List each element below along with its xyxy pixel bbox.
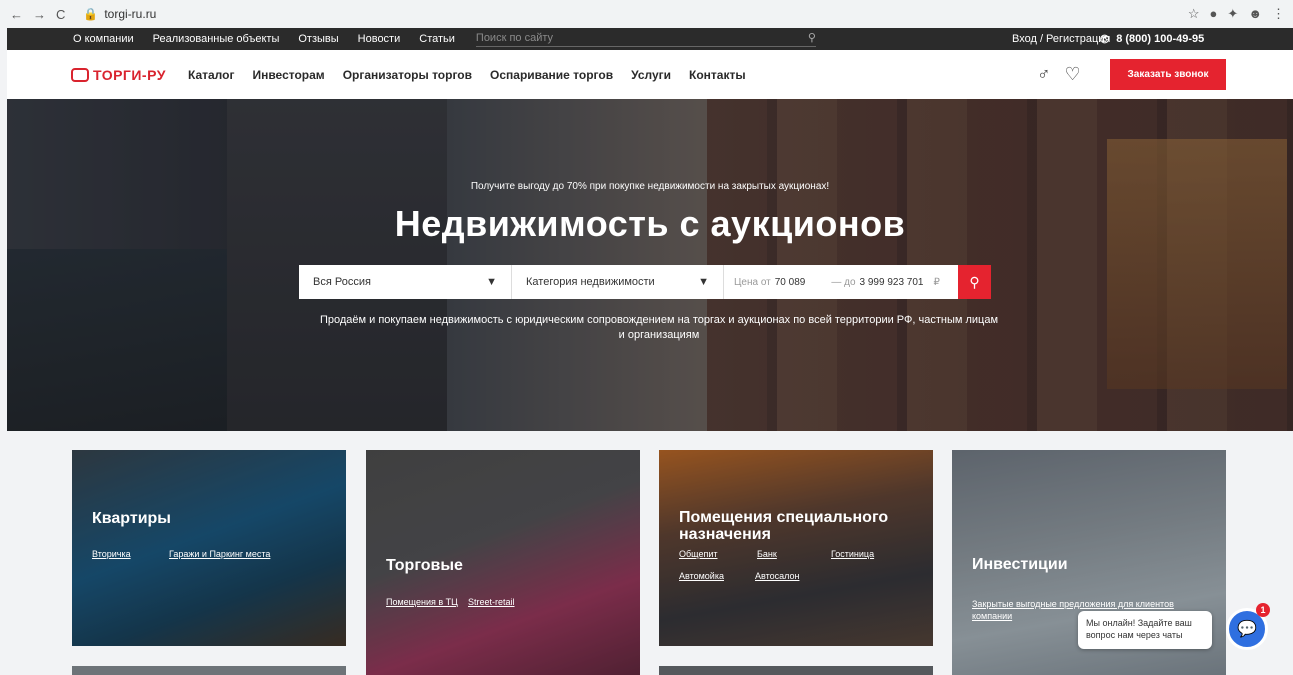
- price-from-input[interactable]: 70 089: [775, 277, 806, 288]
- card-link[interactable]: Помещения в ТЦ: [386, 597, 458, 607]
- phone-link[interactable]: ✆ 8 (800) 100-49-95: [1100, 33, 1204, 46]
- browser-actions: ☆ ● ✦ ☻ ⋮: [1188, 6, 1285, 22]
- region-value: Вся Россия: [313, 276, 371, 288]
- card-next-row-3: [659, 666, 933, 675]
- address-bar[interactable]: 🔒 torgi-ru.ru: [83, 7, 156, 21]
- card-link[interactable]: Вторичка: [92, 549, 131, 559]
- hero-title: Недвижимость с аукционов: [394, 203, 906, 244]
- menu-item-organizers[interactable]: Организаторы торгов: [343, 68, 472, 82]
- header-icons: ♂ ♡: [1037, 64, 1081, 85]
- chevron-down-icon: ▼: [698, 276, 709, 288]
- currency-sign: ₽: [933, 276, 940, 288]
- price-from-label: Цена от: [734, 276, 771, 288]
- search-button[interactable]: ⚲: [958, 265, 991, 299]
- card-link[interactable]: Автомойка: [679, 571, 724, 581]
- menu-item-contacts[interactable]: Контакты: [689, 68, 746, 82]
- price-to-label: — до: [831, 276, 856, 288]
- card-link[interactable]: Общепит: [679, 549, 718, 559]
- card-overlay: [659, 450, 933, 646]
- card-special[interactable]: Помещения специального назначения Общепи…: [659, 450, 933, 646]
- hero-tagline: Получите выгоду до 70% при покупке недви…: [470, 181, 830, 192]
- logo-icon: [71, 67, 89, 82]
- property-search: Вся Россия ▼ Категория недвижимости ▼ Це…: [299, 265, 991, 299]
- logo-text: ТОРГИ-РУ: [93, 66, 166, 83]
- lock-icon: 🔒: [83, 7, 99, 21]
- profile-icon[interactable]: ☻: [1248, 6, 1262, 22]
- price-range: Цена от 70 089 — до 3 999 923 701 ₽: [724, 265, 958, 299]
- main-menu: Каталог Инвесторам Организаторы торгов О…: [188, 68, 746, 82]
- top-bar: О компании Реализованные объекты Отзывы …: [7, 28, 1293, 50]
- chat-badge: 1: [1256, 603, 1270, 617]
- top-link-reviews[interactable]: Отзывы: [298, 33, 338, 45]
- search-icon: ⚲: [969, 273, 980, 290]
- card-overlay: [72, 450, 346, 646]
- more-icon[interactable]: ⋮: [1272, 6, 1285, 22]
- phone-number: 8 (800) 100-49-95: [1116, 32, 1205, 45]
- menu-item-catalog[interactable]: Каталог: [188, 68, 235, 82]
- top-link-about[interactable]: О компании: [73, 33, 134, 45]
- card-retail[interactable]: Торговые Помещения в ТЦ Street-retail: [366, 450, 640, 675]
- heart-icon[interactable]: ♡: [1065, 64, 1081, 85]
- compare-icon[interactable]: ♂: [1037, 64, 1051, 85]
- login-link[interactable]: Вход / Регистрация: [1012, 33, 1110, 45]
- forward-icon[interactable]: →: [33, 7, 46, 22]
- top-link-news[interactable]: Новости: [358, 33, 401, 45]
- top-link-realized[interactable]: Реализованные объекты: [153, 33, 280, 45]
- phone-icon: ✆: [1100, 33, 1110, 46]
- back-icon[interactable]: ←: [10, 7, 23, 22]
- card-link[interactable]: Гаражи и Паркинг места: [169, 549, 270, 559]
- chat-popup[interactable]: Мы онлайн! Задайте ваш вопрос нам через …: [1078, 611, 1212, 649]
- menu-item-disputes[interactable]: Оспаривание торгов: [490, 68, 613, 82]
- card-link[interactable]: Автосалон: [755, 571, 799, 581]
- chat-icon: 💬: [1237, 621, 1257, 638]
- star-icon[interactable]: ☆: [1188, 6, 1200, 22]
- menu-item-investors[interactable]: Инвесторам: [252, 68, 324, 82]
- chevron-down-icon: ▼: [486, 276, 497, 288]
- site-logo[interactable]: ТОРГИ-РУ: [71, 67, 166, 83]
- url-text: torgi-ru.ru: [104, 7, 157, 21]
- region-select[interactable]: Вся Россия ▼: [299, 265, 512, 299]
- card-next-row-1: [72, 666, 346, 675]
- order-call-button[interactable]: Заказать звонок: [1110, 59, 1226, 90]
- category-select[interactable]: Категория недвижимости ▼: [512, 265, 724, 299]
- hero-banner: Получите выгоду до 70% при покупке недви…: [7, 99, 1293, 431]
- search-icon[interactable]: ⚲: [808, 31, 816, 44]
- browser-nav: ← → C: [10, 7, 65, 22]
- main-header: ТОРГИ-РУ Каталог Инвесторам Организаторы…: [7, 50, 1293, 99]
- reload-icon[interactable]: C: [56, 7, 65, 22]
- card-link[interactable]: Street-retail: [468, 597, 515, 607]
- search-placeholder: Поиск по сайту: [475, 31, 553, 44]
- top-links: О компании Реализованные объекты Отзывы …: [73, 33, 455, 45]
- category-value: Категория недвижимости: [526, 276, 655, 288]
- card-link[interactable]: Гостиница: [831, 549, 874, 559]
- extension-icon[interactable]: ●: [1210, 6, 1218, 22]
- menu-item-services[interactable]: Услуги: [631, 68, 671, 82]
- top-link-articles[interactable]: Статьи: [419, 33, 455, 45]
- card-apartments[interactable]: Квартиры Вторичка Гаражи и Паркинг места: [72, 450, 346, 646]
- site-search-input[interactable]: Поиск по сайту ⚲: [475, 31, 816, 47]
- hero-subtitle: Продаём и покупаем недвижимость с юридич…: [319, 314, 999, 341]
- browser-toolbar: ← → C 🔒 torgi-ru.ru ☆ ● ✦ ☻ ⋮: [0, 0, 1293, 28]
- price-to-input[interactable]: 3 999 923 701: [860, 277, 924, 288]
- card-link[interactable]: Банк: [757, 549, 777, 559]
- card-title: Квартиры: [92, 510, 171, 527]
- card-title: Торговые: [386, 557, 463, 574]
- puzzle-icon[interactable]: ✦: [1227, 6, 1238, 22]
- card-title: Помещения специального назначения: [679, 509, 889, 543]
- card-title: Инвестиции: [972, 556, 1068, 573]
